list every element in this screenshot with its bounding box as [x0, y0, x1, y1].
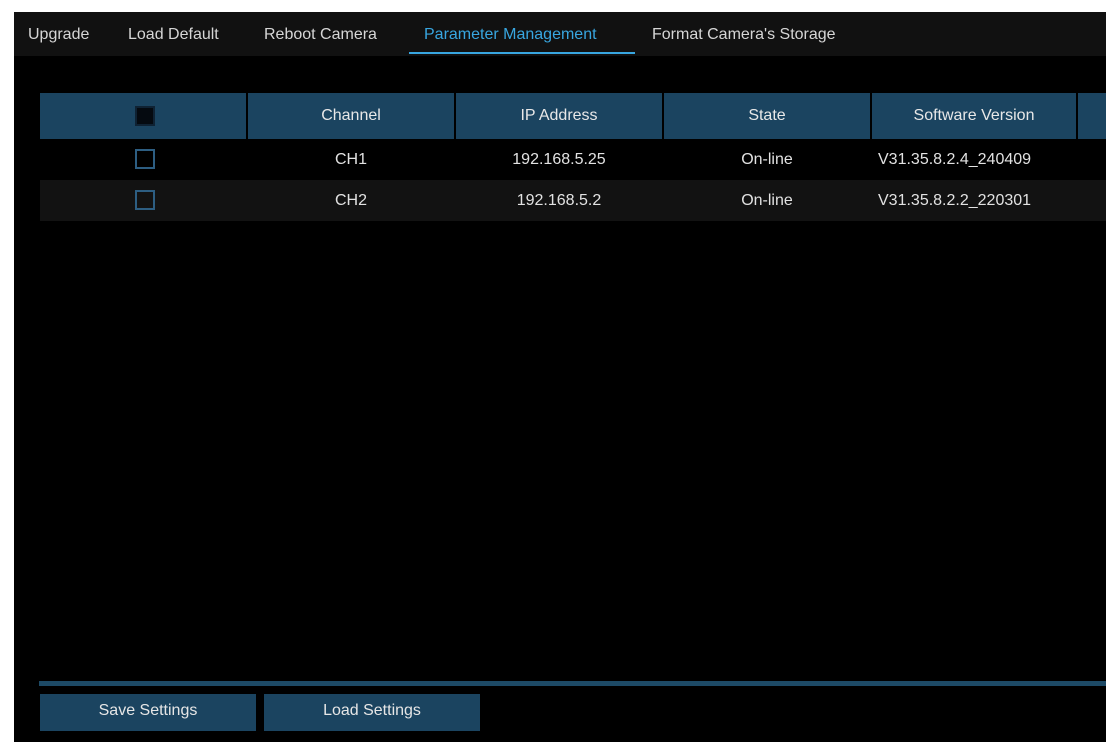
table-row[interactable]: CH1 192.168.5.25 On-line V31.35.8.2.4_24…: [40, 139, 1106, 180]
tab-bar: Upgrade Load Default Reboot Camera Param…: [14, 12, 1106, 56]
table-header: Channel IP Address State Software Versio…: [40, 93, 1106, 139]
tab-format-camera-storage[interactable]: Format Camera's Storage: [652, 12, 836, 56]
header-state: State: [664, 93, 870, 139]
ip-address-cell: 192.168.5.25: [512, 151, 606, 168]
tab-parameter-management[interactable]: Parameter Management: [424, 12, 597, 56]
row-checkbox[interactable]: [135, 190, 155, 210]
active-tab-indicator: [409, 52, 635, 54]
channel-cell: CH1: [334, 151, 367, 168]
state-cell: On-line: [741, 192, 793, 209]
header-channel: Channel: [248, 93, 454, 139]
bottom-divider: [39, 681, 1106, 686]
channel-cell: CH2: [334, 192, 367, 209]
tab-upgrade[interactable]: Upgrade: [28, 12, 89, 56]
select-all-checkbox[interactable]: [135, 106, 155, 126]
tab-load-default[interactable]: Load Default: [128, 12, 219, 56]
header-select-cell: [40, 93, 246, 139]
state-cell: On-line: [741, 151, 793, 168]
header-extra-column: [1078, 93, 1106, 139]
row-checkbox[interactable]: [135, 149, 155, 169]
parameter-management-screen: Upgrade Load Default Reboot Camera Param…: [14, 12, 1106, 742]
table-row[interactable]: CH2 192.168.5.2 On-line V31.35.8.2.2_220…: [40, 180, 1106, 221]
header-ip-address: IP Address: [456, 93, 662, 139]
load-settings-button[interactable]: Load Settings: [264, 694, 480, 731]
header-software-version: Software Version: [872, 93, 1076, 139]
ip-address-cell: 192.168.5.2: [516, 192, 602, 209]
software-version-cell: V31.35.8.2.2_220301: [878, 192, 1032, 209]
save-settings-button[interactable]: Save Settings: [40, 694, 256, 731]
software-version-cell: V31.35.8.2.4_240409: [878, 151, 1032, 168]
tab-reboot-camera[interactable]: Reboot Camera: [264, 12, 377, 56]
